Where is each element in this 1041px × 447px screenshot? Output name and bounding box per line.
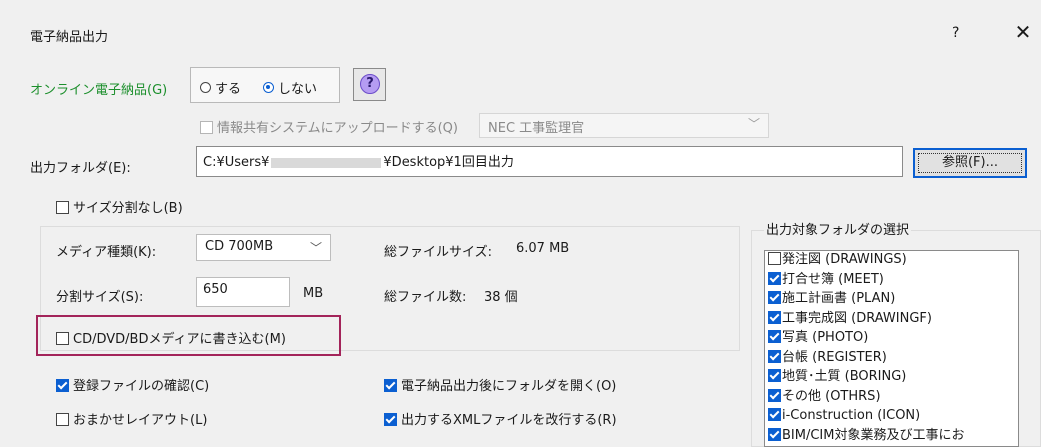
radio-no-label: しない — [278, 82, 318, 97]
split-size-label: 分割サイズ(S): — [56, 290, 144, 305]
folder-list-item[interactable]: i-Construction (ICON) — [765, 407, 1018, 427]
no-split-checkbox[interactable]: サイズ分割なし(B) — [56, 197, 183, 216]
online-radio-yes[interactable]: する — [200, 78, 241, 97]
help-button[interactable]: ? — [952, 25, 959, 41]
auto-layout-checkbox[interactable]: おまかせレイアウト(L) — [56, 409, 207, 428]
checkbox-box-checked[interactable] — [768, 291, 781, 304]
browse-button[interactable]: 参照(F)... — [913, 148, 1027, 178]
checkbox-box-checked[interactable] — [768, 271, 781, 285]
close-button[interactable]: ✕ — [1008, 20, 1038, 44]
checkbox-box — [56, 201, 69, 214]
media-type-select[interactable]: CD 700MB ﹀ — [196, 234, 331, 261]
online-help-button[interactable]: ? — [353, 68, 386, 101]
folder-item-label: その他 (OTHRS) — [782, 388, 881, 404]
redacted-username — [271, 157, 382, 168]
folder-list-item[interactable]: 工事完成図 (DRAWINGF) — [765, 310, 1018, 330]
title-bar — [0, 0, 1041, 70]
folder-list-item[interactable]: 台帳 (REGISTER) — [765, 349, 1018, 369]
burn-media-checkbox[interactable]: CD/DVD/BDメディアに書き込む(M) — [56, 328, 286, 347]
folder-list-item[interactable]: 施工計画書 (PLAN) — [765, 290, 1018, 310]
confirm-files-checkbox[interactable]: 登録ファイルの確認(C) — [56, 375, 209, 394]
checkbox-box-checked[interactable] — [768, 310, 781, 324]
chevron-down-icon: ﹀ — [747, 117, 760, 131]
media-type-value: CD 700MB — [205, 239, 274, 254]
folder-item-label: 打合せ簿 (MEET) — [782, 271, 884, 287]
online-radio-no[interactable]: しない — [263, 78, 317, 97]
open-folder-checkbox[interactable]: 電子納品出力後にフォルダを開く(O) — [384, 375, 616, 394]
share-system-value: NEC 工事監理官 — [488, 121, 585, 136]
checkbox-box-checked[interactable] — [768, 427, 781, 441]
checkbox-box — [56, 332, 69, 345]
share-upload-checkbox[interactable]: 情報共有システムにアップロードする(Q) — [200, 117, 458, 136]
split-size-input[interactable]: 650 — [196, 277, 290, 307]
split-size-value: 650 — [203, 282, 228, 297]
checkbox-box — [56, 413, 69, 426]
folder-item-label: BIM/CIM対象業務及び工事にお — [782, 427, 965, 443]
checkbox-box-checked — [384, 413, 397, 426]
total-files-label: 総ファイル数: — [384, 290, 467, 305]
folder-item-label: 地質･土質 (BORING) — [782, 369, 907, 384]
help-icon: ? — [360, 74, 380, 94]
no-split-label: サイズ分割なし(B) — [73, 201, 183, 216]
folder-item-label: 発注図 (DRAWINGS) — [782, 252, 907, 267]
checkbox-box-checked — [56, 379, 69, 392]
confirm-files-label: 登録ファイルの確認(C) — [73, 379, 210, 394]
output-path-suffix: ¥Desktop¥1回目出力 — [383, 155, 514, 170]
radio-circle — [200, 82, 211, 93]
share-system-select[interactable]: NEC 工事監理官 ﹀ — [479, 113, 769, 138]
xml-newline-label: 出力するXMLファイルを改行する(R) — [401, 413, 617, 428]
output-folder-label: 出力フォルダ(E): — [30, 161, 131, 176]
folder-list-item[interactable]: BIM/CIM対象業務及び工事にお — [765, 427, 1018, 447]
output-folder-input[interactable]: C:¥Users¥ ¥Desktop¥1回目出力 — [196, 146, 903, 177]
media-type-label: メディア種類(K): — [56, 245, 157, 260]
radio-circle-selected — [263, 82, 274, 93]
open-folder-label: 電子納品出力後にフォルダを開く(O) — [401, 379, 617, 394]
folder-item-label: i-Construction (ICON) — [782, 408, 921, 423]
folder-list-item[interactable]: 地質･土質 (BORING) — [765, 368, 1018, 388]
radio-yes-label: する — [215, 82, 242, 97]
total-size-label: 総ファイルサイズ: — [384, 245, 492, 260]
folder-list-item[interactable]: 写真 (PHOTO) — [765, 329, 1018, 349]
window-title: 電子納品出力 — [30, 30, 109, 45]
checkbox-box-checked[interactable] — [768, 408, 781, 421]
folder-list: 発注図 (DRAWINGS) 打合せ簿 (MEET) 施工計画書 (PLAN) 工事完… — [764, 250, 1019, 447]
folder-item-label: 施工計画書 (PLAN) — [782, 291, 896, 306]
checkbox-box-checked[interactable] — [768, 349, 781, 363]
folder-select-label: 出力対象フォルダの選択 — [764, 219, 912, 238]
checkbox-box-checked[interactable] — [768, 388, 781, 402]
folder-item-label: 写真 (PHOTO) — [782, 330, 869, 345]
folder-list-item[interactable]: その他 (OTHRS) — [765, 388, 1018, 408]
checkbox-box-checked[interactable] — [768, 330, 781, 343]
folder-list-item[interactable]: 打合せ簿 (MEET) — [765, 271, 1018, 291]
burn-media-label: CD/DVD/BDメディアに書き込む(M) — [73, 332, 286, 347]
xml-newline-checkbox[interactable]: 出力するXMLファイルを改行する(R) — [384, 409, 617, 428]
focus-rect — [918, 153, 1022, 173]
folder-list-item[interactable]: 発注図 (DRAWINGS) — [765, 251, 1018, 271]
total-files-value: 38 個 — [484, 290, 518, 305]
split-size-unit: MB — [303, 286, 324, 301]
checkbox-box-checked[interactable] — [768, 369, 781, 382]
output-path-prefix: C:¥Users¥ — [203, 155, 270, 170]
online-delivery-label: オンライン電子納品(G) — [30, 83, 168, 98]
folder-item-label: 台帳 (REGISTER) — [782, 349, 887, 365]
share-upload-label: 情報共有システムにアップロードする(Q) — [217, 121, 458, 136]
total-size-value: 6.07 MB — [516, 241, 570, 256]
chevron-down-icon: ﹀ — [309, 241, 322, 255]
checkbox-box[interactable] — [768, 252, 781, 265]
auto-layout-label: おまかせレイアウト(L) — [73, 413, 208, 428]
checkbox-box-checked — [384, 379, 397, 392]
folder-item-label: 工事完成図 (DRAWINGF) — [782, 310, 932, 326]
checkbox-box — [200, 121, 213, 134]
